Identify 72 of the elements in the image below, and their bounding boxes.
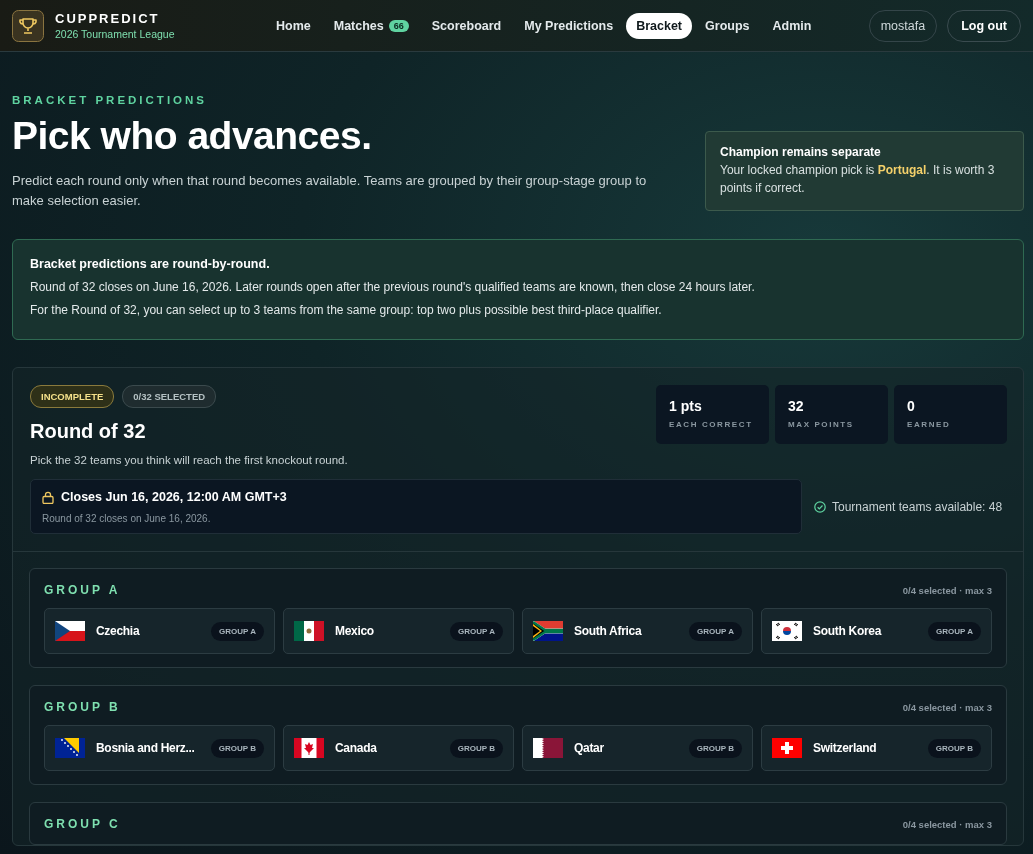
flag-icon <box>772 621 802 641</box>
nav-link[interactable]: My Predictions <box>514 12 624 39</box>
team-card[interactable]: Czechia GROUP A <box>44 608 275 654</box>
team-card[interactable]: Switzerland GROUP B <box>761 725 992 771</box>
group-tag: GROUP B <box>688 738 742 758</box>
team-card[interactable]: Mexico GROUP A <box>283 608 514 654</box>
team-name: Czechia <box>96 624 140 638</box>
nav-link[interactable]: Admin <box>762 12 822 39</box>
team-card[interactable]: Qatar GROUP B <box>522 725 753 771</box>
flag-icon <box>294 738 324 758</box>
banner-text: For the Round of 32, you can select up to 3 teams from the same group: top two plus possible best third-place qualifier. <box>30 302 663 319</box>
team-card[interactable]: South Korea GROUP A <box>761 608 992 654</box>
check-circle-icon <box>814 500 826 513</box>
section-eyebrow: BRACKET PREDICTIONS <box>12 94 208 106</box>
selection-count-badge: 0/32 SELECTED <box>122 385 217 408</box>
team-card[interactable]: South Africa GROUP A <box>522 608 753 654</box>
lock-icon <box>42 490 54 504</box>
round-title: Round of 32 <box>30 420 147 443</box>
flag-icon <box>533 621 563 641</box>
flag-icon <box>55 738 85 758</box>
team-name: Canada <box>335 741 377 755</box>
note-title: Champion remains separate <box>720 145 882 159</box>
group-tag: GROUP B <box>449 738 503 758</box>
group-selection-count: 0/4 selected · max 3 <box>902 818 992 830</box>
group-tag: GROUP B <box>210 738 264 758</box>
nav-link[interactable]: Home <box>266 12 321 39</box>
stat-label: EARNED <box>907 420 952 429</box>
team-name: Qatar <box>574 741 604 755</box>
stat-label: EACH CORRECT <box>669 420 754 429</box>
group-title: GROUP C <box>44 817 121 831</box>
round-description: Pick the 32 teams you think will reach the first knockout round. <box>30 454 348 466</box>
note-text: Your locked champion pick is Portugal. It is worth 3 points if correct. <box>720 162 996 197</box>
flag-icon <box>294 621 324 641</box>
team-name: South Korea <box>813 624 882 638</box>
flag-icon <box>533 738 563 758</box>
stat-value: 0 <box>907 398 916 414</box>
team-card[interactable]: Bosnia and Herz... GROUP B <box>44 725 275 771</box>
page-description: Predict each round only when that round becomes available. Teams are grouped by their group-stage group to make selection easier. <box>12 172 648 210</box>
stat-value: 32 <box>788 398 805 414</box>
group-title: GROUP B <box>44 700 121 714</box>
team-name: South Africa <box>574 624 642 638</box>
group-title: GROUP A <box>44 583 121 597</box>
team-name: Switzerland <box>813 741 877 755</box>
count-badge: 66 <box>388 19 409 32</box>
team-name: Bosnia and Herz... <box>96 741 195 755</box>
group-tag: GROUP A <box>450 621 503 641</box>
group-selection-count: 0/4 selected · max 3 <box>902 701 992 713</box>
deadline-title: Closes Jun 16, 2026, 12:00 AM GMT+3 <box>61 490 287 504</box>
nav-link[interactable]: Groups <box>695 12 760 39</box>
deadline-subtitle: Round of 32 closes on June 16, 2026. <box>42 513 212 524</box>
nav-link[interactable]: Scoreboard <box>421 12 512 39</box>
stat-label: MAX POINTS <box>788 420 855 429</box>
app-name: CUPPREDICT <box>55 11 161 26</box>
group-tag: GROUP A <box>928 621 981 641</box>
group-tag: GROUP A <box>689 621 742 641</box>
status-badge: INCOMPLETE <box>30 385 115 408</box>
stat-value: 1 pts <box>669 398 703 414</box>
banner-text: Round of 32 closes on June 16, 2026. Later rounds open after the previous round's qualified teams are known, then close 24 hours later. <box>30 279 756 296</box>
group-tag: GROUP B <box>927 738 981 758</box>
app-subtitle: 2026 Tournament League <box>55 28 175 40</box>
banner-title: Bracket predictions are round-by-round. <box>30 257 271 271</box>
page-title: Pick who advances. <box>12 114 373 158</box>
availability-text: Tournament teams available: 48 <box>832 499 1003 514</box>
flag-icon <box>772 738 802 758</box>
team-name: Mexico <box>335 624 374 638</box>
trophy-icon <box>12 9 44 42</box>
team-card[interactable]: Canada GROUP B <box>283 725 514 771</box>
group-tag: GROUP A <box>211 621 264 641</box>
nav-link[interactable]: Bracket <box>626 12 693 39</box>
flag-icon <box>55 621 85 641</box>
group-selection-count: 0/4 selected · max 3 <box>902 584 992 596</box>
nav-link[interactable]: Matches 66 <box>323 12 419 39</box>
